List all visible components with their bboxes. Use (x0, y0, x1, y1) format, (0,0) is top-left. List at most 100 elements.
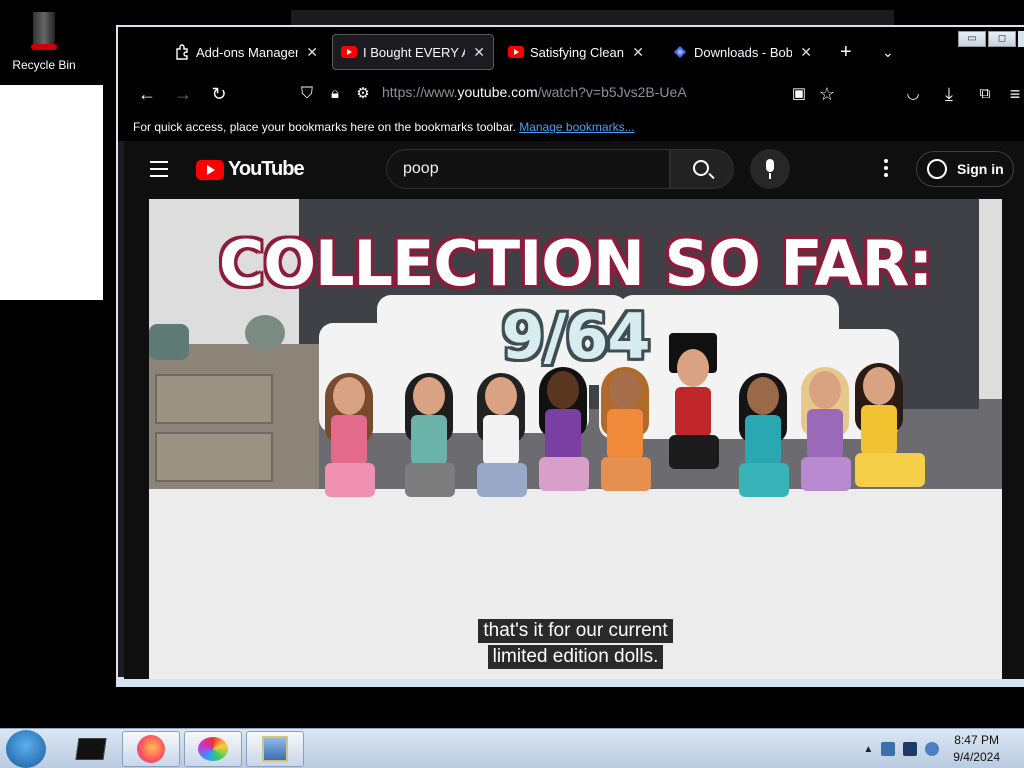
reader-view-button[interactable]: ▣ (788, 83, 810, 105)
show-hidden-icons[interactable]: ▲ (863, 744, 873, 755)
url-bar[interactable]: https://www.youtube.com/watch?v=b5Jvs2B-… (382, 84, 687, 100)
bookmarks-hint: For quick access, place your bookmarks h… (133, 120, 516, 134)
forward-button[interactable]: → (172, 83, 194, 105)
arrow-left-icon: ← (138, 84, 156, 104)
video-doll (849, 363, 925, 517)
taskbar-app-network[interactable] (246, 731, 304, 767)
reload-icon: ↻ (211, 84, 227, 104)
guide-menu-icon[interactable] (150, 161, 168, 182)
video-player[interactable]: COLLECTION SO FAR: 9/64 that's it for ou… (149, 199, 1002, 679)
pocket-button[interactable]: ◡ (902, 83, 924, 105)
voice-search-button[interactable] (750, 149, 790, 189)
video-doll (595, 367, 655, 521)
youtube-logo[interactable]: YouTube (196, 158, 305, 181)
overlay-count: 9/64 (501, 300, 650, 373)
microphone-icon (766, 159, 774, 172)
youtube-wordmark: YouTube (228, 158, 305, 180)
security-shield-icon[interactable] (881, 742, 896, 756)
url-prefix: https://www. (382, 84, 458, 100)
video-doll (533, 367, 593, 521)
star-icon: ☆ (818, 84, 836, 104)
tab-label: Downloads - Bob Po (694, 44, 793, 60)
taskbar-app-paint[interactable] (184, 731, 242, 767)
more-options-icon[interactable] (884, 159, 888, 180)
reload-button[interactable]: ↻ (208, 83, 230, 105)
maximize-button[interactable]: ◻ (988, 31, 1016, 47)
manage-bookmarks-link[interactable]: Manage bookmarks... (519, 120, 634, 134)
close-window-button-edge[interactable] (1018, 31, 1024, 47)
menu-button[interactable]: ≡ (1004, 83, 1024, 105)
background-window-edge (0, 85, 103, 300)
navigation-toolbar: ← → ↻ ⛉ 🔒︎ ⚙ https://www.youtube.com/wat… (118, 75, 1024, 113)
reader-view-icon: ▣ (791, 85, 807, 102)
tab-addons-manager[interactable]: Add-ons Manager ✕ (166, 34, 326, 70)
tab-youtube-active[interactable]: I Bought EVERY Am ✕ (332, 34, 494, 70)
download-icon: ⤓ (945, 84, 953, 104)
taskbar-app-firefox[interactable] (122, 731, 180, 767)
permissions-button[interactable]: ⚙ (352, 83, 374, 105)
url-host: youtube.com (457, 84, 538, 100)
youtube-icon (508, 44, 524, 60)
background-window-strip (291, 10, 894, 25)
bookmarks-toolbar: For quick access, place your bookmarks h… (118, 113, 1024, 141)
search-icon (693, 160, 709, 176)
overlay-title-text: COLLECTION SO FAR: (218, 227, 933, 300)
url-path: /watch?v=b5Jvs2B-UeA (537, 84, 687, 100)
close-tab-icon[interactable]: ✕ (473, 44, 485, 61)
download-puzzle-icon (672, 44, 688, 60)
puzzle-icon: ⧉ (979, 85, 991, 102)
video-doll (319, 373, 379, 527)
caption-line: limited edition dolls. (487, 645, 664, 669)
plus-icon: + (840, 40, 852, 63)
clock-time: 8:47 PM (954, 733, 999, 747)
clock-date: 9/4/2024 (953, 750, 1000, 764)
network-icon[interactable] (925, 742, 940, 756)
taskbar: ▲ 8:47 PM 9/4/2024 (0, 728, 1024, 768)
window-controls: ▭ ◻ (956, 31, 1024, 47)
back-button[interactable]: ← (136, 83, 158, 105)
account-icon (927, 159, 947, 179)
terminal-icon (75, 738, 107, 760)
extensions-button[interactable]: ⧉ (974, 83, 996, 105)
hamburger-icon: ≡ (1009, 84, 1021, 104)
video-doll (795, 367, 855, 521)
pocket-icon: ◡ (906, 85, 920, 102)
tab-downloads[interactable]: Downloads - Bob Po ✕ (664, 34, 820, 70)
taskbar-app-terminal[interactable] (62, 731, 120, 767)
video-doll (733, 373, 793, 527)
search-button[interactable] (670, 149, 734, 189)
close-tab-icon[interactable]: ✕ (800, 44, 812, 61)
recycle-bin-shortcut[interactable]: Recycle Bin (0, 0, 88, 84)
youtube-page: YouTube poop Sign in COLLECTION SO FAR: … (124, 141, 1024, 679)
youtube-play-icon (196, 159, 224, 180)
system-tray: ▲ 8:47 PM 9/4/2024 (863, 729, 1024, 768)
tracking-protection-button[interactable]: ⛉ (296, 83, 318, 105)
monitor-icon[interactable] (903, 742, 918, 756)
close-tab-icon[interactable]: ✕ (306, 44, 318, 61)
list-all-tabs-button[interactable]: ⌄ (874, 34, 904, 70)
start-button[interactable] (6, 730, 46, 768)
sign-in-label: Sign in (957, 161, 1004, 177)
puzzle-icon (174, 44, 190, 60)
bookmark-star-button[interactable]: ☆ (816, 83, 838, 105)
arrow-right-icon: → (174, 84, 192, 104)
firefox-icon (137, 735, 165, 763)
clock[interactable]: 8:47 PM 9/4/2024 (953, 732, 1000, 766)
close-tab-icon[interactable]: ✕ (632, 44, 644, 61)
video-doll (399, 373, 459, 527)
tab-satisfying-cleaning[interactable]: Satisfying Cleaning ✕ (500, 34, 652, 70)
video-doll (471, 373, 531, 527)
lock-icon: 🔒︎ (331, 85, 339, 102)
site-security-button[interactable]: 🔒︎ (324, 83, 346, 105)
new-tab-button[interactable]: + (832, 34, 862, 70)
tab-label: I Bought EVERY Am (363, 44, 465, 60)
video-overlay-title: COLLECTION SO FAR: 9/64 (149, 227, 1002, 373)
tab-label: Add-ons Manager (196, 44, 299, 60)
minimize-button[interactable]: ▭ (958, 31, 986, 47)
recycle-bin-label: Recycle Bin (12, 58, 76, 72)
tab-strip: Add-ons Manager ✕ I Bought EVERY Am ✕ Sa… (118, 27, 1024, 75)
sign-in-button[interactable]: Sign in (916, 151, 1014, 187)
search-input[interactable]: poop (386, 149, 670, 189)
caption-line: that's it for our current (478, 619, 673, 643)
downloads-button[interactable]: ⤓ (938, 83, 960, 105)
